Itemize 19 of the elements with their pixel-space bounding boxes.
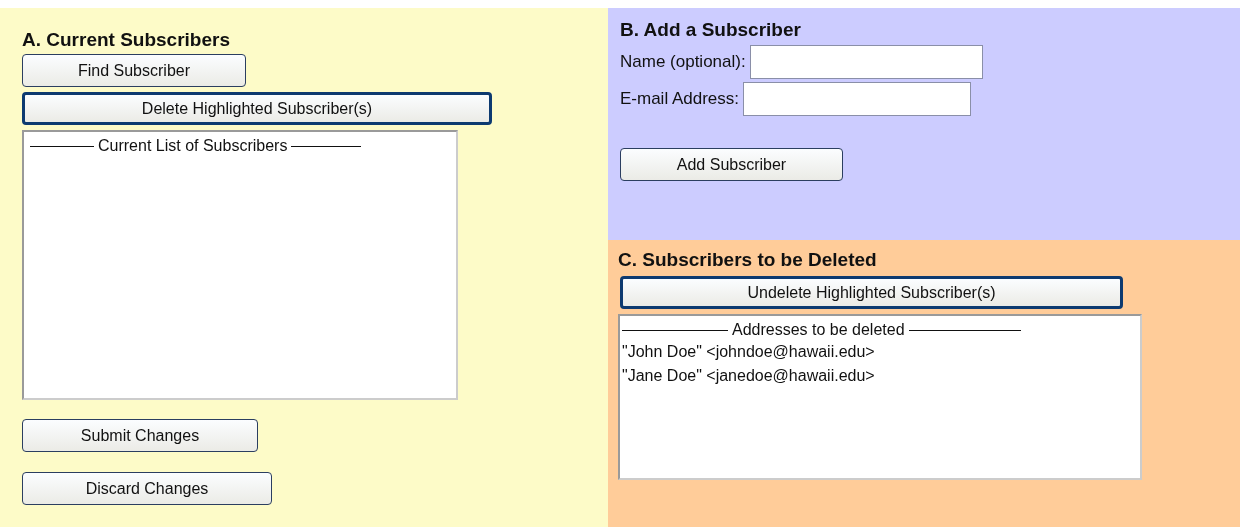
section-heading: B. Add a Subscriber bbox=[620, 18, 801, 42]
list-item[interactable]: "Jane Doe" <janedoe@hawaii.edu> bbox=[622, 364, 1134, 388]
action-button[interactable]: Submit Changes bbox=[22, 419, 258, 452]
deletion-list[interactable]: Addresses to be deleted "John Doe" <johndoe@hawaii.edu> "Jane Doe" <janedoe@hawaii.edu> bbox=[618, 314, 1142, 480]
list-header: Addresses to be deleted bbox=[732, 320, 905, 340]
undelete-button[interactable]: Undelete Highlighted Subscriber(s) bbox=[620, 276, 1123, 309]
section-heading: A. Current Subscribers bbox=[22, 28, 230, 52]
action-button[interactable]: Delete Highlighted Subscriber(s) bbox=[22, 92, 492, 125]
subscriber-list[interactable]: Current List of Subscribers bbox=[22, 130, 458, 400]
add-button[interactable]: Add Subscriber bbox=[620, 148, 843, 181]
field-label: E-mail Address: bbox=[620, 89, 740, 109]
list-header: Current List of Subscribers bbox=[98, 136, 288, 156]
input-field[interactable] bbox=[743, 82, 972, 116]
list-item[interactable]: "John Doe" <johndoe@hawaii.edu> bbox=[622, 340, 1134, 364]
section-heading: C. Subscribers to be Deleted bbox=[618, 248, 877, 272]
action-button[interactable]: Discard Changes bbox=[22, 472, 272, 505]
action-button[interactable]: Find Subscriber bbox=[22, 54, 246, 87]
field-label: Name (optional): bbox=[620, 52, 746, 72]
input-field[interactable] bbox=[749, 45, 983, 79]
